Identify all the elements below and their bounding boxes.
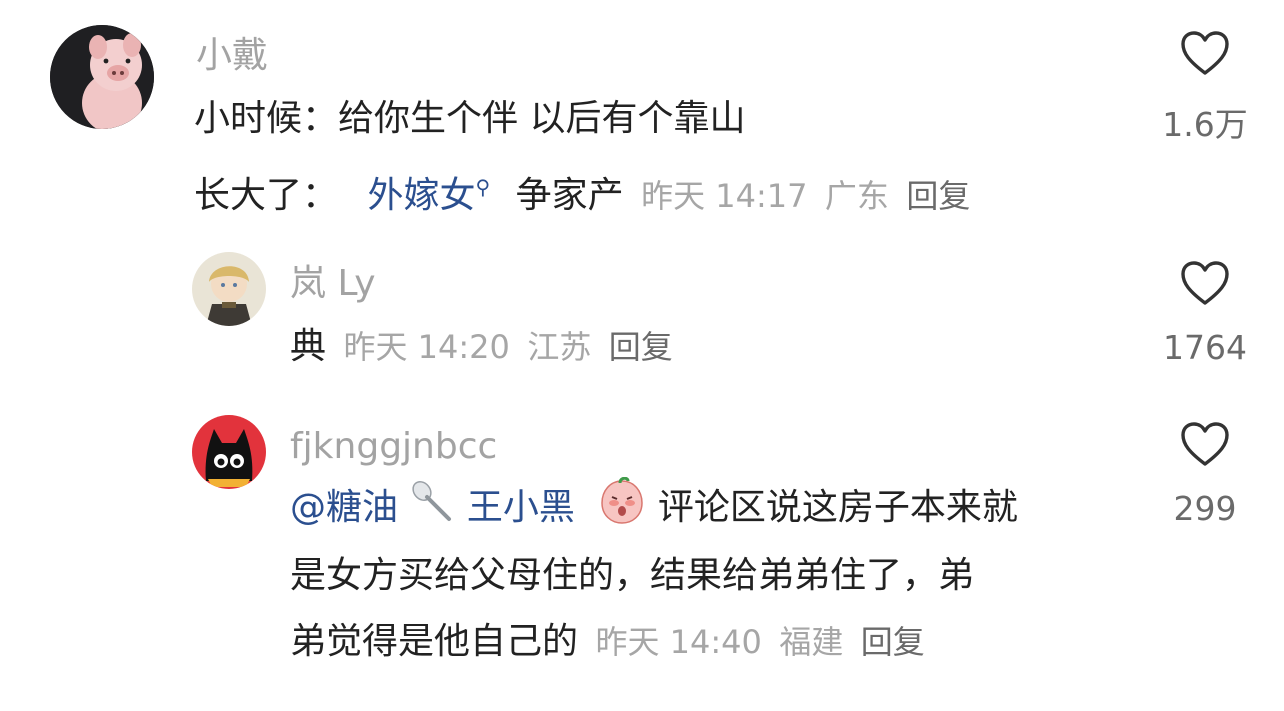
- avatar[interactable]: [50, 25, 154, 129]
- mention-link[interactable]: 王小黑: [467, 487, 575, 528]
- location: 江苏: [527, 328, 592, 366]
- timestamp: 昨天 14:17: [641, 177, 808, 215]
- comment-text-line-3: 弟觉得是他自己的 昨天 14:40 福建 回复: [290, 611, 925, 673]
- comment-1: 小戴 小时候：给你生个伴 以后有个靠山 长大了： 外嫁女⚲ 争家产 昨天 14:…: [0, 0, 1284, 230]
- like-button[interactable]: 299: [1150, 421, 1260, 528]
- comment-body: 评论区说这房子本来就: [657, 487, 1018, 528]
- mention-link[interactable]: @糖油: [290, 487, 398, 528]
- comment-text-line-2: 是女方买给父母住的，结果给弟弟住了，弟: [290, 555, 975, 596]
- heart-outline-icon: [1181, 261, 1229, 305]
- reply-button[interactable]: 回复: [609, 328, 673, 366]
- black-cat-avatar-icon: [192, 415, 266, 489]
- heart-outline-icon: [1181, 31, 1229, 75]
- like-count: 1764: [1163, 328, 1247, 367]
- avatar[interactable]: [192, 252, 266, 326]
- comment-text: 典 昨天 14:20 江苏 回复: [290, 316, 673, 378]
- comment-text-line-2: 长大了： 外嫁女⚲ 争家产 昨天 14:17 广东 回复: [194, 156, 970, 227]
- spoon-emoji-icon: [409, 479, 455, 545]
- location: 广东: [824, 177, 889, 215]
- reply-button[interactable]: 回复: [861, 623, 925, 661]
- like-button[interactable]: 1764: [1150, 260, 1260, 367]
- heart-outline-icon: [1181, 422, 1229, 466]
- search-link[interactable]: 外嫁女⚲: [367, 175, 490, 216]
- comment-body: 弟觉得是他自己的: [290, 621, 579, 662]
- comment-text-line-1: 小时候：给你生个伴 以后有个靠山: [194, 98, 746, 139]
- blushing-face-emoji-icon: [598, 476, 646, 545]
- username[interactable]: 岚 Ly: [290, 266, 376, 302]
- comment-2: 岚 Ly 典 昨天 14:20 江苏 回复 1764: [0, 240, 1284, 390]
- line-suffix: 争家产: [515, 175, 624, 216]
- reply-button[interactable]: 回复: [906, 177, 970, 215]
- location: 福建: [779, 623, 844, 661]
- search-link-label: 外嫁女: [367, 175, 476, 216]
- avatar[interactable]: [192, 415, 266, 489]
- comment-text-line-1: @糖油 王小黑 评论区说这房子本来就: [290, 476, 1018, 545]
- comment-body: 典: [290, 326, 327, 367]
- timestamp: 昨天 14:40: [595, 623, 762, 661]
- line-prefix: 长大了：: [194, 175, 339, 216]
- like-count: 299: [1173, 489, 1237, 528]
- like-button[interactable]: 1.6万: [1150, 30, 1260, 146]
- username[interactable]: fjknggjnbcc: [290, 429, 497, 465]
- pig-plush-avatar-icon: [50, 25, 154, 129]
- like-count: 1.6万: [1162, 105, 1248, 144]
- username[interactable]: 小戴: [196, 38, 268, 74]
- timestamp: 昨天 14:20: [343, 328, 510, 366]
- search-superscript-icon: ⚲: [475, 175, 491, 199]
- anime-avatar-icon: [192, 252, 266, 326]
- comment-3: fjknggjnbcc @糖油 王小黑 评论区说这房子本来就 是女方买给父母住的…: [0, 405, 1284, 711]
